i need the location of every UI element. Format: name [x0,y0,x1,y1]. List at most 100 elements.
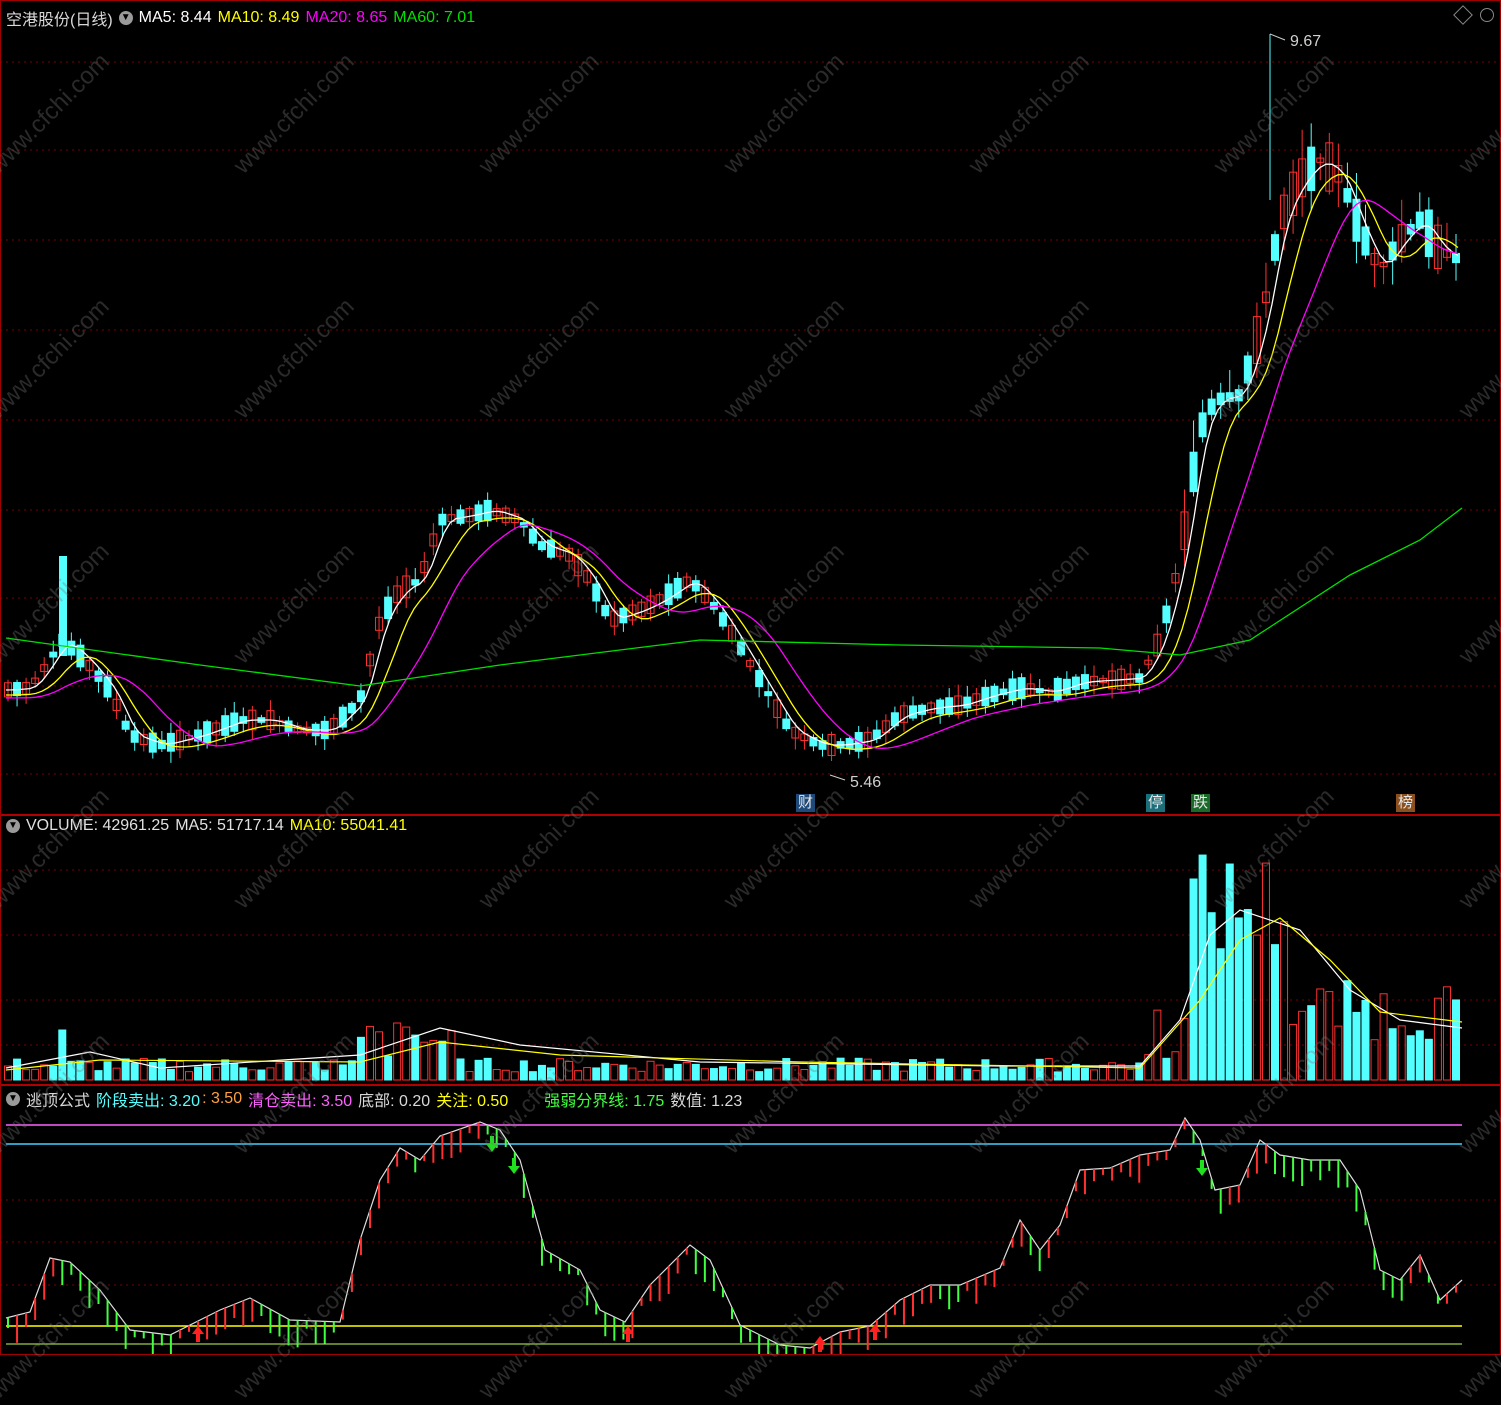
event-tag-finance[interactable]: 财 [796,794,816,812]
volume-bar [1080,1068,1089,1081]
volume-bar [1316,988,1325,1081]
volume-bar [845,1064,854,1081]
ma60-line [5,507,1463,687]
volume-bar [664,1068,673,1081]
volume-bar [1433,997,1442,1081]
candle-body [782,718,791,730]
volume-bar [230,1063,239,1081]
volume-bar [429,1039,438,1081]
volume-bar [728,1067,736,1081]
volume-bar [103,1061,112,1081]
candle-body [411,579,420,586]
volume-bar [755,1071,764,1081]
candle-body [483,499,492,522]
candle-body [1189,451,1198,493]
volume-bar [338,1064,347,1081]
volume-bar [1198,854,1207,1081]
candle-body [166,732,175,752]
volume-bar [899,1070,908,1081]
candle-body [1198,412,1207,438]
volume-bar [1017,1066,1026,1081]
volume-bar [1108,1062,1117,1081]
event-tag-rank[interactable]: 榜 [1396,794,1416,812]
volume-bar [311,1061,320,1081]
volume-bar [1352,1011,1361,1081]
candle-body [1053,677,1062,701]
volume-bar [1280,921,1289,1081]
candle-body [1162,605,1171,624]
candle-body [49,651,58,658]
volume-bar [31,1068,40,1081]
volume-bar [194,1066,203,1081]
candle-body [230,712,239,732]
volume-bar [94,1070,103,1081]
volume-bar [212,1066,221,1081]
volume-bar [121,1058,130,1081]
volume-bar [465,1071,474,1081]
ma20-line [6,199,1459,749]
volume-bar [547,1067,555,1081]
volume-bar [682,1062,691,1081]
low-price-label: 5.46 [850,774,882,791]
volume-bar [628,1067,637,1081]
volume-bar [583,1067,592,1081]
volume-bar [175,1060,184,1081]
event-tag-drop[interactable]: 跌 [1191,794,1211,812]
volume-bar [909,1059,917,1081]
candle-body [1008,678,1017,702]
sell-arrow-icon [508,1158,520,1174]
volume-bar [501,1069,510,1081]
ma10-line [6,173,1459,750]
volume-bar [619,1064,628,1081]
volume-bar [420,1041,429,1081]
volume-bar [999,1066,1008,1081]
candle-body [1080,674,1089,690]
volume-bar [1180,1018,1189,1081]
candle-body [755,670,764,688]
volume-bar [601,1062,610,1081]
tall-candle [59,556,67,656]
event-tag-halt[interactable]: 停 [1146,794,1166,812]
volume-bar [1252,934,1261,1081]
volume-bar [284,1061,293,1081]
volume-bar [402,1026,411,1081]
volume-bar [347,1060,356,1081]
volume-bar [673,1063,682,1081]
candle-body [845,737,854,749]
volume-bar [990,1068,999,1081]
volume-bar [1334,1025,1343,1081]
volume-bar [1162,1057,1171,1081]
volume-bar [384,1055,393,1081]
volume-bar [836,1057,845,1081]
candle-body [221,715,230,736]
volume-bar [773,1067,782,1081]
volume-bar [556,1058,565,1081]
volume-bar [700,1068,709,1081]
volume-bar [963,1068,972,1081]
volume-bar [483,1057,492,1081]
candle-body [981,686,990,707]
ma5-line [5,163,1459,746]
volume-bar [510,1071,519,1081]
volume-bar [1379,993,1388,1081]
volume-bar [1388,1028,1397,1081]
volume-bar [737,1062,746,1081]
candle-body [347,702,356,714]
candle-body [547,539,555,558]
volume-bar [1271,944,1279,1081]
volume-bar [1189,878,1198,1081]
volume-bar [293,1060,302,1081]
high-price-label: 9.67 [1290,33,1322,50]
volume-bar [203,1063,212,1081]
volume-bar [655,1064,664,1081]
volume-bar [791,1065,800,1081]
volume-bar [1325,991,1334,1081]
volume-bar [827,1067,836,1081]
volume-bar [1452,999,1460,1081]
volume-bar [22,1069,31,1081]
volume-bar [1343,980,1352,1081]
stock-chart-canvas[interactable] [0,0,1501,1355]
volume-bar [1415,1030,1424,1081]
volume-bar [1261,862,1270,1081]
volume-bar [818,1061,827,1081]
